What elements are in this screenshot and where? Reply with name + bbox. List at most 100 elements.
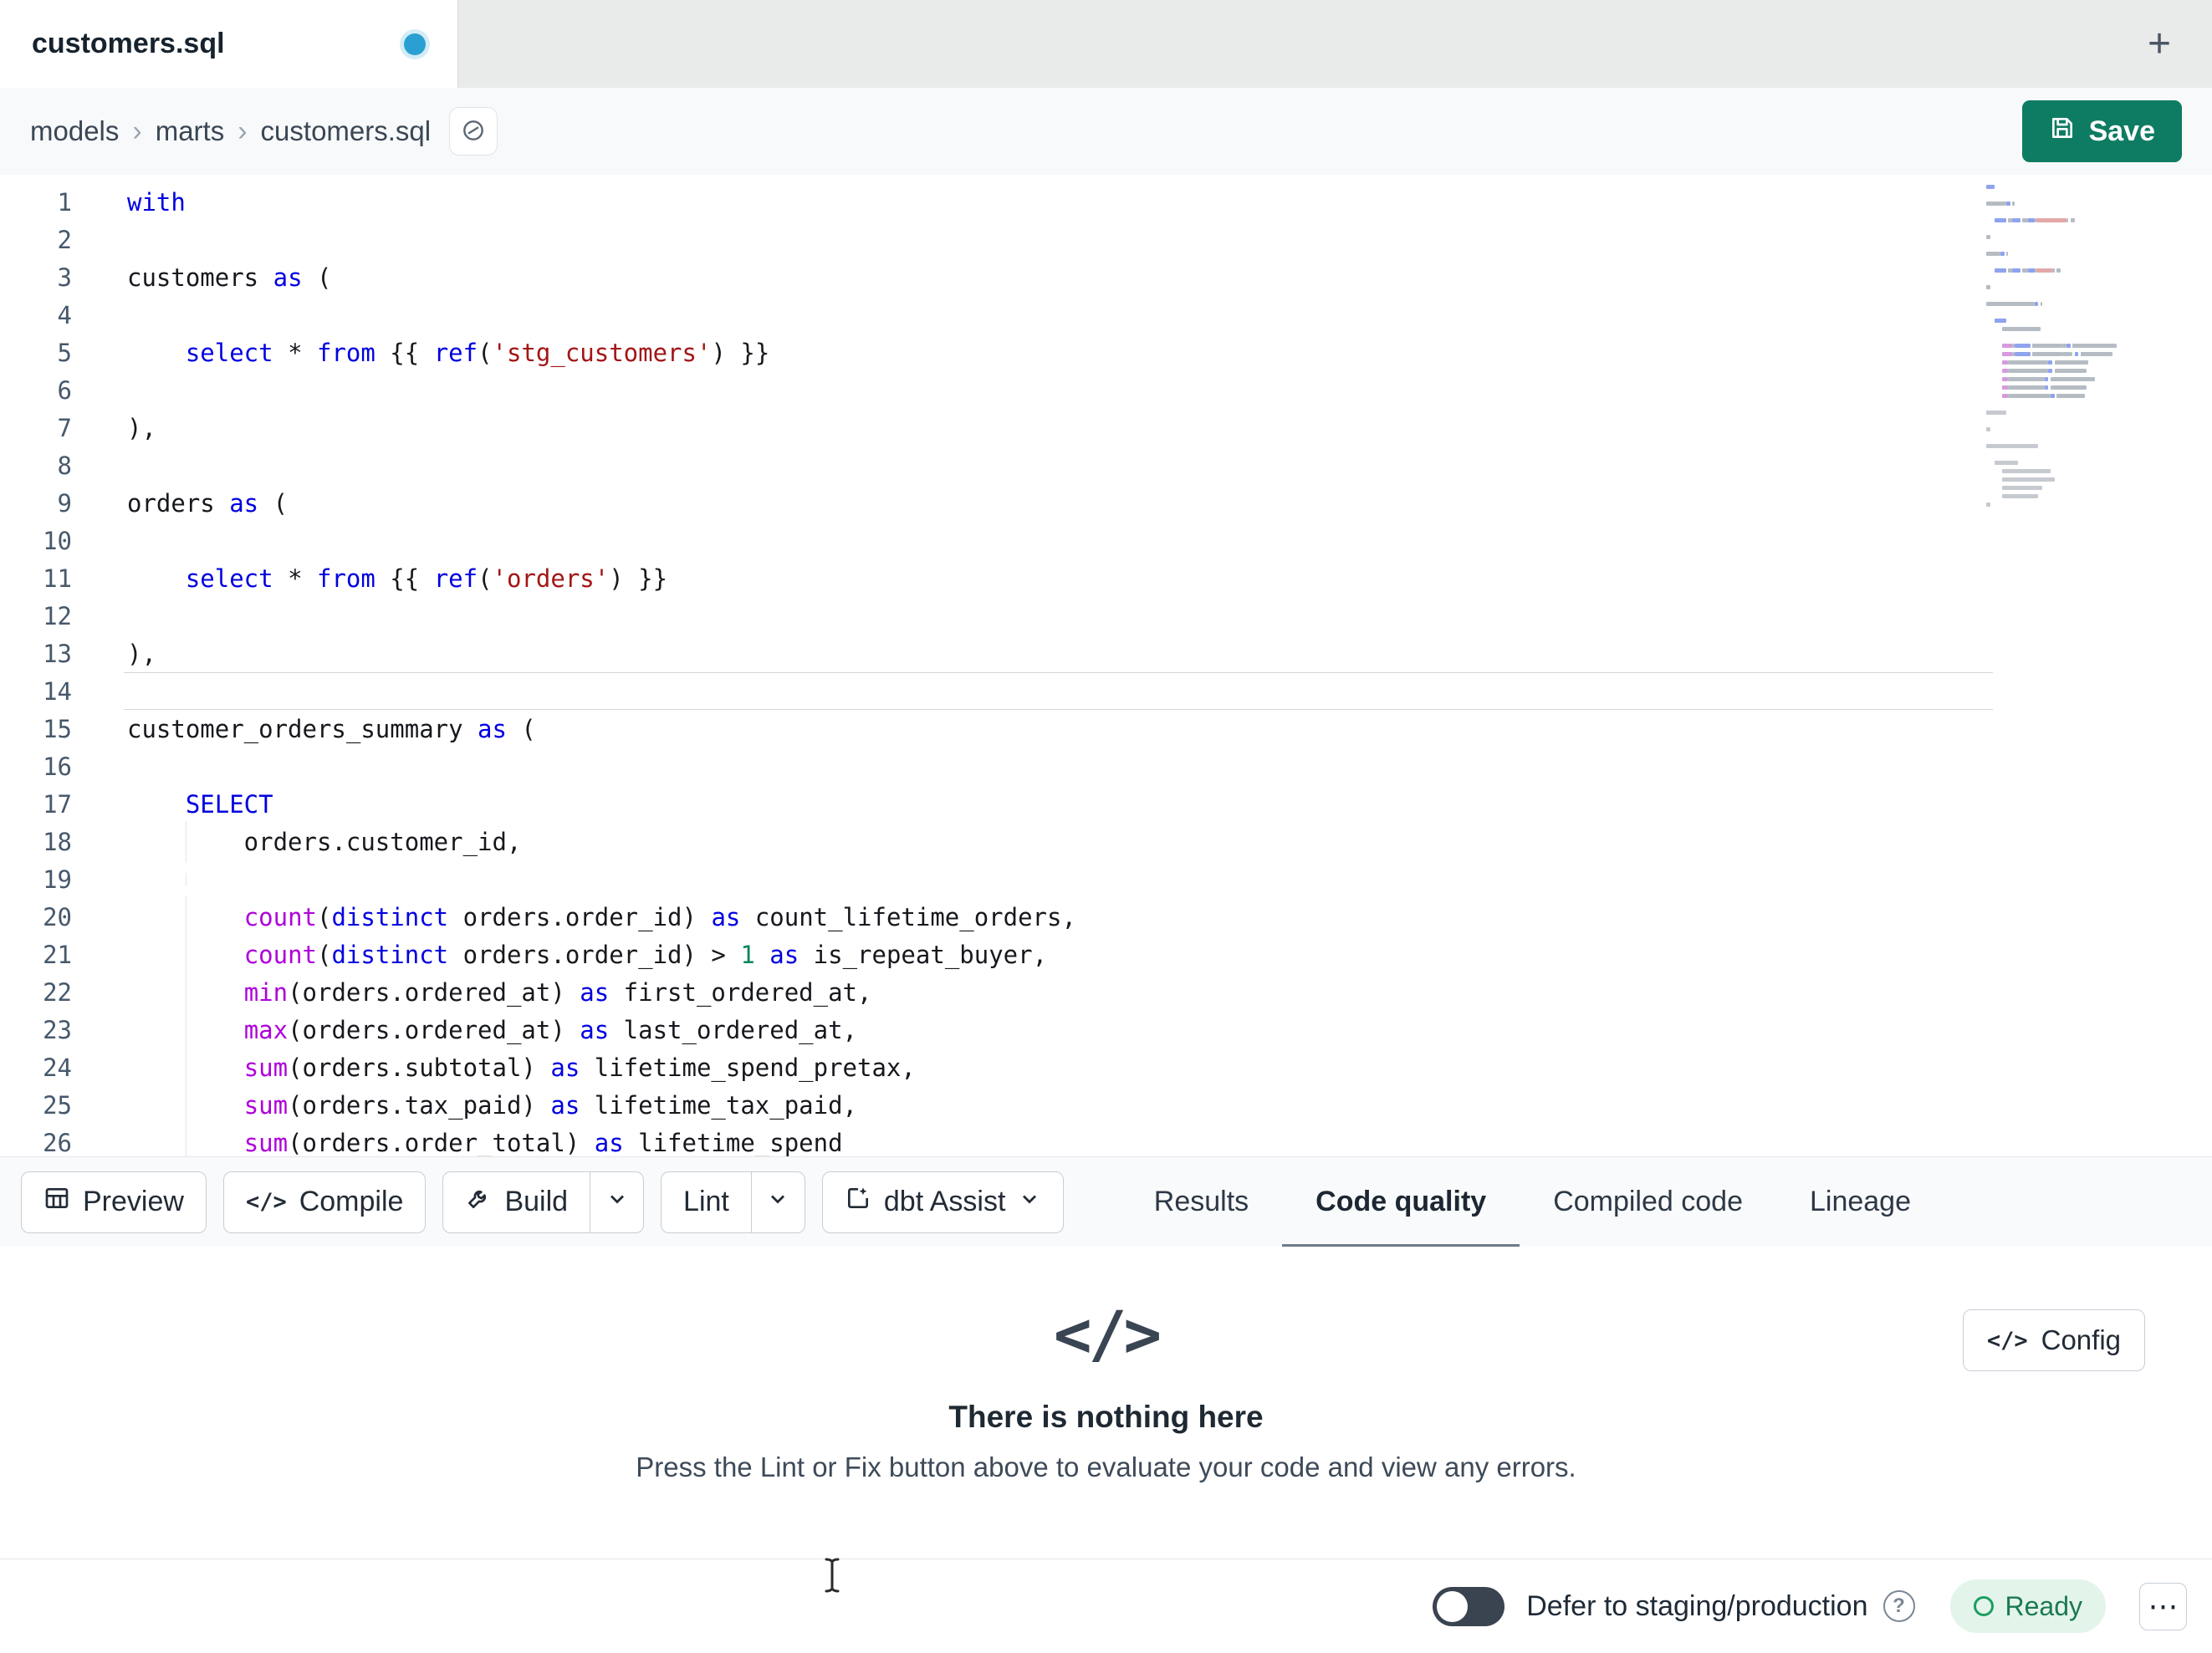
preview-button[interactable]: Preview bbox=[21, 1171, 207, 1233]
tab-lineage[interactable]: Lineage bbox=[1776, 1157, 1944, 1247]
line-number: 2 bbox=[57, 225, 72, 254]
breadcrumb-models[interactable]: models bbox=[30, 115, 119, 147]
tab-results[interactable]: Results bbox=[1121, 1157, 1282, 1247]
code-icon: </> bbox=[245, 1189, 287, 1215]
ready-label: Ready bbox=[2005, 1590, 2083, 1621]
chevron-right-icon: › bbox=[238, 115, 248, 147]
ready-status-badge: Ready bbox=[1949, 1579, 2106, 1633]
code-line-11[interactable]: 11 select * from {{ ref('orders') }} bbox=[0, 559, 2212, 597]
code-line-26[interactable]: 26 sum(orders.order_total) as lifetime_s… bbox=[0, 1121, 2212, 1157]
preview-label: Preview bbox=[83, 1186, 184, 1217]
code-text: sum(orders.tax_paid) as lifetime_tax_pai… bbox=[72, 1084, 2212, 1126]
code-line-10[interactable]: 10 bbox=[0, 522, 2212, 559]
status-ring-icon bbox=[1973, 1596, 1994, 1616]
code-text: orders as ( bbox=[127, 488, 289, 518]
magic-edit-icon bbox=[845, 1185, 871, 1219]
code-line-5[interactable]: 5 select * from {{ ref('stg_customers') … bbox=[0, 334, 2212, 371]
code-text: sum(orders.subtotal) as lifetime_spend_p… bbox=[72, 1046, 2212, 1089]
line-number: 26 bbox=[43, 1128, 72, 1157]
build-label: Build bbox=[504, 1186, 569, 1217]
line-number: 7 bbox=[57, 413, 72, 442]
table-icon bbox=[43, 1185, 70, 1219]
code-line-4[interactable]: 4 bbox=[0, 296, 2212, 334]
line-number: 17 bbox=[43, 789, 72, 819]
breadcrumb: models › marts › customers.sql bbox=[30, 115, 431, 148]
code-line-13[interactable]: 13), bbox=[0, 635, 2212, 672]
code-line-18[interactable]: 18 orders.customer_id, bbox=[0, 820, 2212, 863]
code-line-22[interactable]: 22 min(orders.ordered_at) as first_order… bbox=[0, 971, 2212, 1013]
breadcrumb-marts[interactable]: marts bbox=[156, 115, 225, 147]
defer-label: Defer to staging/production bbox=[1526, 1589, 1868, 1622]
line-number: 3 bbox=[57, 263, 72, 292]
code-text: ), bbox=[127, 413, 156, 442]
build-dropdown-button[interactable] bbox=[590, 1171, 643, 1232]
code-line-15[interactable]: 15 customer_orders_summary as ( bbox=[0, 710, 2212, 747]
line-number: 13 bbox=[43, 639, 72, 668]
dbt-assist-label: dbt Assist bbox=[883, 1186, 1006, 1217]
circle-slash-icon bbox=[460, 117, 487, 146]
save-label: Save bbox=[2088, 115, 2155, 147]
code-line-3[interactable]: 3 customers as ( bbox=[0, 258, 2212, 296]
code-text: orders.customer_id, bbox=[72, 820, 2212, 863]
code-line-1[interactable]: 1 with bbox=[0, 183, 2212, 221]
lint-label: Lint bbox=[683, 1186, 729, 1217]
file-info-button[interactable] bbox=[449, 107, 498, 156]
minimap[interactable] bbox=[1986, 185, 2117, 519]
breadcrumb-bar: models › marts › customers.sql Save bbox=[0, 88, 2212, 175]
code-line-8[interactable]: 8 bbox=[0, 446, 2212, 484]
code-line-9[interactable]: 9 orders as ( bbox=[0, 484, 2212, 522]
line-number: 24 bbox=[43, 1053, 72, 1082]
line-number: 14 bbox=[43, 676, 72, 706]
line-number: 5 bbox=[57, 338, 72, 367]
code-text: select * from {{ ref('stg_customers') }} bbox=[185, 338, 770, 367]
code-line-19[interactable]: 19 bbox=[0, 860, 2212, 898]
tab-compiled-code[interactable]: Compiled code bbox=[1520, 1157, 1776, 1247]
code-text: with bbox=[127, 187, 186, 217]
code-text: max(orders.ordered_at) as last_ordered_a… bbox=[72, 1008, 2212, 1051]
code-line-24[interactable]: 24 sum(orders.subtotal) as lifetime_spen… bbox=[0, 1046, 2212, 1089]
editor-tab-customers-sql[interactable]: customers.sql bbox=[0, 0, 458, 88]
code-text: count(distinct orders.order_id) > 1 as i… bbox=[72, 933, 2212, 976]
editor-tab-bar: customers.sql + bbox=[0, 0, 2212, 88]
code-line-23[interactable]: 23 max(orders.ordered_at) as last_ordere… bbox=[0, 1008, 2212, 1051]
line-number: 15 bbox=[43, 714, 72, 743]
code-line-14[interactable]: 14 bbox=[0, 672, 2212, 710]
defer-toggle[interactable] bbox=[1433, 1586, 1505, 1626]
line-number: 9 bbox=[57, 488, 72, 518]
code-editor[interactable]: 1 with 2 3 customers as ( 4 5 select * from {{… bbox=[0, 175, 2212, 1156]
compile-button[interactable]: </> Compile bbox=[222, 1171, 427, 1233]
code-lines: 1 with 2 3 customers as ( 4 5 select * from {{… bbox=[0, 183, 2212, 1156]
code-line-7[interactable]: 7), bbox=[0, 409, 2212, 446]
build-split-button: Build bbox=[442, 1171, 645, 1233]
code-text: customer_orders_summary as ( bbox=[127, 714, 536, 743]
line-number: 12 bbox=[43, 601, 72, 630]
dbt-assist-button[interactable]: dbt Assist bbox=[821, 1171, 1065, 1233]
code-text: ), bbox=[127, 639, 156, 668]
breadcrumb-customers-sql[interactable]: customers.sql bbox=[261, 115, 432, 147]
line-number: 20 bbox=[43, 902, 72, 931]
empty-state-subtitle: Press the Lint or Fix button above to ev… bbox=[636, 1451, 1576, 1482]
lint-button[interactable]: Lint bbox=[662, 1172, 751, 1232]
save-icon bbox=[2049, 115, 2076, 149]
code-line-16[interactable]: 16 bbox=[0, 747, 2212, 785]
line-number: 1 bbox=[57, 187, 72, 217]
panel-tabs: Results Code quality Compiled code Linea… bbox=[1121, 1157, 1944, 1247]
code-line-6[interactable]: 6 bbox=[0, 371, 2212, 409]
build-button[interactable]: Build bbox=[443, 1172, 590, 1232]
help-icon[interactable]: ? bbox=[1882, 1590, 1915, 1622]
code-line-12[interactable]: 12 bbox=[0, 597, 2212, 635]
code-line-21[interactable]: 21 count(distinct orders.order_id) > 1 a… bbox=[0, 933, 2212, 976]
code-line-20[interactable]: 20 count(distinct orders.order_id) as co… bbox=[0, 895, 2212, 938]
save-button[interactable]: Save bbox=[2021, 100, 2182, 162]
new-tab-button[interactable]: + bbox=[2130, 0, 2189, 88]
lint-dropdown-button[interactable] bbox=[750, 1171, 805, 1232]
compile-label: Compile bbox=[299, 1186, 404, 1217]
lint-split-button: Lint bbox=[661, 1171, 805, 1233]
code-line-17[interactable]: 17 SELECT bbox=[0, 785, 2212, 823]
tab-code-quality[interactable]: Code quality bbox=[1282, 1157, 1520, 1247]
line-number: 16 bbox=[43, 752, 72, 781]
code-line-2[interactable]: 2 bbox=[0, 221, 2212, 258]
code-line-25[interactable]: 25 sum(orders.tax_paid) as lifetime_tax_… bbox=[0, 1084, 2212, 1126]
overflow-menu-button[interactable]: ⋯ bbox=[2139, 1582, 2187, 1630]
line-number: 4 bbox=[57, 300, 72, 329]
